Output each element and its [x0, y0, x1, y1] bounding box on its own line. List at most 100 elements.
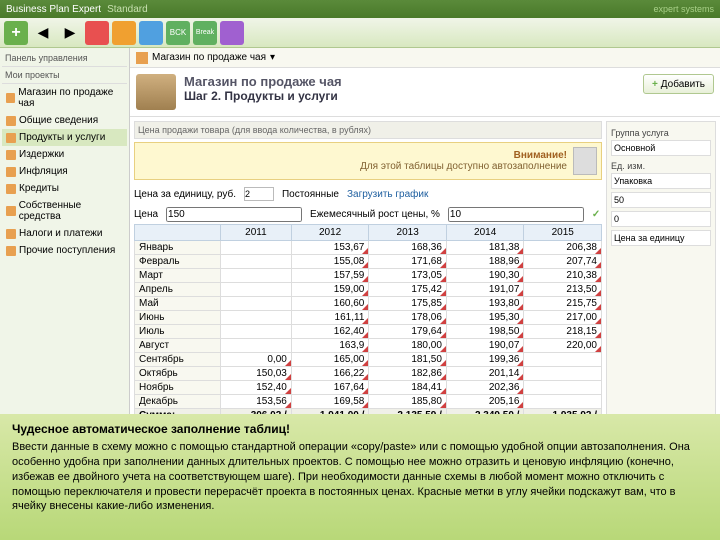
value-cell[interactable]: 178,06 — [369, 311, 447, 325]
sidebar-item[interactable]: Кредиты — [2, 180, 127, 197]
value-cell[interactable]: 161,11 — [291, 311, 369, 325]
value-cell[interactable] — [524, 353, 602, 367]
chart-icon[interactable] — [112, 21, 136, 45]
value-cell[interactable]: 190,07 — [446, 339, 524, 353]
load-schedule-link[interactable]: Загрузить график — [347, 189, 428, 200]
sidebar-item[interactable]: Продукты и услуги — [2, 129, 127, 146]
value-cell[interactable] — [221, 241, 292, 255]
home-icon[interactable] — [136, 52, 148, 64]
value-cell[interactable]: 179,64 — [369, 325, 447, 339]
value-cell[interactable]: 173,05 — [369, 269, 447, 283]
value-cell[interactable]: 175,42 — [369, 283, 447, 297]
value-cell[interactable]: 152,40 — [221, 381, 292, 395]
value-cell[interactable]: 171,68 — [369, 255, 447, 269]
folder-icon — [6, 229, 16, 239]
add-button[interactable]: + — [4, 21, 28, 45]
value-cell[interactable] — [221, 339, 292, 353]
value-cell[interactable] — [524, 395, 602, 409]
value-cell[interactable] — [221, 269, 292, 283]
value-cell[interactable]: 155,08 — [291, 255, 369, 269]
sidebar-item[interactable]: Издержки — [2, 146, 127, 163]
chevron-down-icon[interactable]: ▾ — [270, 52, 275, 63]
tool-icon[interactable] — [220, 21, 244, 45]
value-cell[interactable]: 205,16 — [446, 395, 524, 409]
autofill-notice: Внимание! Для этой таблицы доступно авто… — [134, 142, 602, 180]
vendor-logo: expert systems — [653, 4, 714, 14]
value-cell[interactable]: 160,60 — [291, 297, 369, 311]
value-cell[interactable]: 184,41 — [369, 381, 447, 395]
value-cell[interactable]: 167,64 — [291, 381, 369, 395]
value-cell[interactable]: 207,74 — [524, 255, 602, 269]
growth-input[interactable] — [448, 207, 584, 222]
value-cell[interactable] — [524, 367, 602, 381]
value-cell[interactable]: 220,00 — [524, 339, 602, 353]
sidebar-item[interactable]: Прочие поступления — [2, 242, 127, 259]
value-cell[interactable]: 195,30 — [446, 311, 524, 325]
value-cell[interactable] — [221, 325, 292, 339]
value-cell[interactable]: 193,80 — [446, 297, 524, 311]
value-cell[interactable]: 213,50 — [524, 283, 602, 297]
value-cell[interactable]: 159,00 — [291, 283, 369, 297]
crumb-text[interactable]: Магазин по продаже чая — [152, 52, 266, 63]
value-cell[interactable] — [221, 255, 292, 269]
sidebar-item[interactable]: Собственные средства — [2, 197, 127, 225]
value-cell[interactable]: 210,38 — [524, 269, 602, 283]
value-cell[interactable]: 153,56 — [221, 395, 292, 409]
value-cell[interactable] — [221, 311, 292, 325]
break-icon[interactable]: Break — [193, 21, 217, 45]
value-cell[interactable]: 201,14 — [446, 367, 524, 381]
value-cell[interactable]: 217,00 — [524, 311, 602, 325]
value-cell[interactable]: 180,00 — [369, 339, 447, 353]
value-cell[interactable]: 182,86 — [369, 367, 447, 381]
value-cell[interactable]: 181,38 — [446, 241, 524, 255]
value-cell[interactable]: 215,75 — [524, 297, 602, 311]
forward-icon[interactable]: ▶ — [58, 21, 82, 45]
value-cell[interactable] — [221, 297, 292, 311]
value-cell[interactable]: 0,00 — [221, 353, 292, 367]
value-cell[interactable]: 169,58 — [291, 395, 369, 409]
zero-value[interactable]: 0 — [611, 211, 711, 227]
unit-price-input[interactable] — [244, 187, 274, 201]
value-cell[interactable]: 181,50 — [369, 353, 447, 367]
value-cell[interactable] — [524, 381, 602, 395]
value-cell[interactable]: 150,03 — [221, 367, 292, 381]
qty-value[interactable]: 50 — [611, 192, 711, 208]
autofill-icon[interactable] — [573, 147, 597, 175]
value-cell[interactable]: 199,36 — [446, 353, 524, 367]
apply-icon[interactable]: ✓ — [592, 209, 600, 220]
value-cell[interactable]: 168,36 — [369, 241, 447, 255]
delete-icon[interactable] — [85, 21, 109, 45]
value-cell[interactable]: 198,50 — [446, 325, 524, 339]
value-cell[interactable]: 165,00 — [291, 353, 369, 367]
value-cell[interactable]: 206,38 — [524, 241, 602, 255]
value-cell[interactable]: 157,59 — [291, 269, 369, 283]
price-input[interactable] — [166, 207, 302, 222]
table-row: Октябрь150,03166,22182,86201,14 — [135, 367, 602, 381]
add-product-button[interactable]: + Добавить — [643, 74, 714, 94]
folder-icon — [6, 206, 16, 216]
grid-caption: Цена продажи товара (для ввода количеств… — [134, 121, 602, 139]
promo-heading: Чудесное автоматическое заполнение табли… — [12, 422, 708, 436]
unit-value[interactable]: Упаковка — [611, 173, 711, 189]
sidebar-item[interactable]: Магазин по продаже чая — [2, 84, 127, 112]
value-cell[interactable]: 163,9 — [291, 339, 369, 353]
sidebar-item[interactable]: Общие сведения — [2, 112, 127, 129]
value-cell[interactable]: 218,15 — [524, 325, 602, 339]
value-cell[interactable]: 166,22 — [291, 367, 369, 381]
sidebar-item[interactable]: Налоги и платежи — [2, 225, 127, 242]
value-cell[interactable]: 185,80 — [369, 395, 447, 409]
back-icon[interactable]: ◀ — [31, 21, 55, 45]
value-cell[interactable]: 162,40 — [291, 325, 369, 339]
group-value[interactable]: Основной — [611, 140, 711, 156]
sidebar-item[interactable]: Инфляция — [2, 163, 127, 180]
value-cell[interactable]: 175,85 — [369, 297, 447, 311]
value-cell[interactable]: 190,30 — [446, 269, 524, 283]
value-cell[interactable] — [221, 283, 292, 297]
value-cell[interactable]: 202,36 — [446, 381, 524, 395]
value-cell[interactable]: 188,96 — [446, 255, 524, 269]
back-text-icon[interactable]: BCK — [166, 21, 190, 45]
report-icon[interactable] — [139, 21, 163, 45]
value-cell[interactable]: 191,07 — [446, 283, 524, 297]
value-cell[interactable]: 153,67 — [291, 241, 369, 255]
mode-value[interactable]: Цена за единицу — [611, 230, 711, 246]
